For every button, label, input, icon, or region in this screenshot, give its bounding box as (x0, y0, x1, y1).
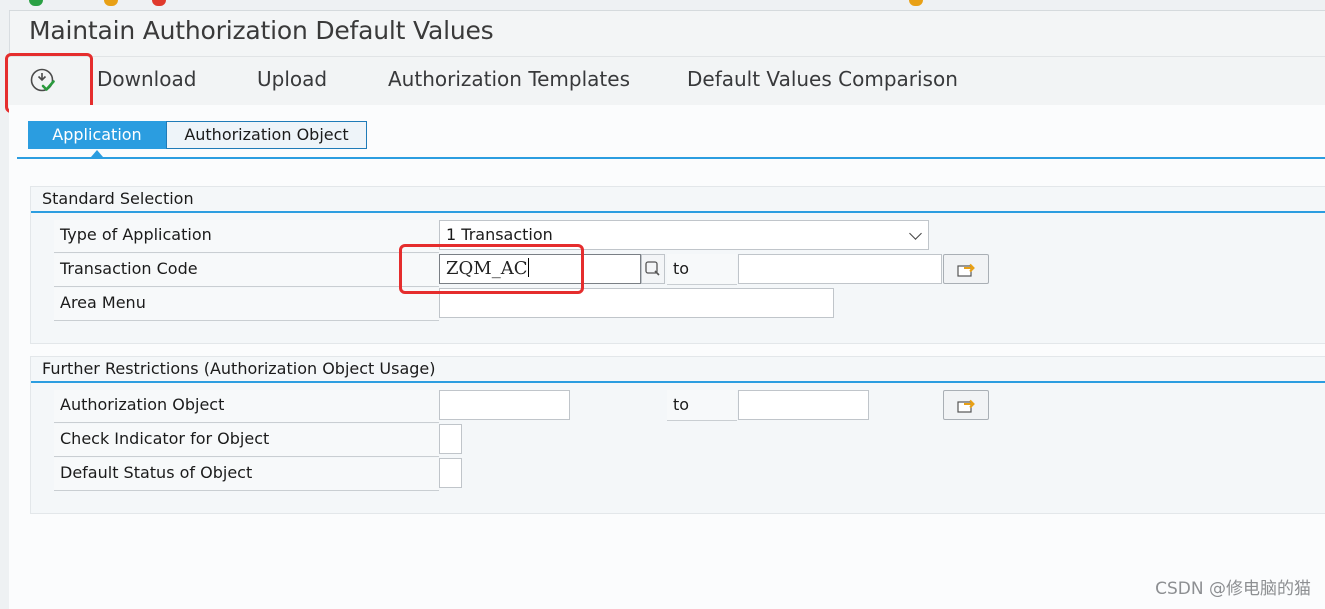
authorization-object-label: Authorization Object (54, 390, 439, 423)
standard-selection-group: Standard Selection Type of Application 1… (30, 186, 1325, 344)
further-restrictions-group: Further Restrictions (Authorization Obje… (30, 356, 1325, 514)
active-tab-indicator (91, 150, 103, 157)
value-help-button[interactable] (641, 254, 665, 284)
main-content: Application Authorization Object Standar… (9, 105, 1325, 609)
type-of-application-value: 1 Transaction (446, 225, 553, 244)
watermark: CSDN @修电脑的猫 (1155, 579, 1311, 599)
check-indicator-input[interactable] (439, 424, 462, 454)
highlight-box-execute (5, 53, 93, 113)
tab-application[interactable]: Application (28, 121, 166, 149)
tab-authorization-object[interactable]: Authorization Object (166, 121, 367, 149)
yellow-icon[interactable] (104, 0, 118, 6)
download-button[interactable]: Download (97, 67, 196, 91)
group-title: Standard Selection (42, 189, 194, 208)
default-values-comparison-button[interactable]: Default Values Comparison (687, 67, 958, 91)
to-label: to (667, 254, 737, 285)
group-title: Further Restrictions (Authorization Obje… (42, 359, 436, 378)
check-indicator-label: Check Indicator for Object (54, 424, 439, 457)
to-label: to (667, 390, 737, 421)
yellow-icon[interactable] (909, 0, 923, 6)
page-title: Maintain Authorization Default Values (29, 16, 494, 45)
authorization-object-input[interactable] (439, 390, 570, 420)
highlight-box-transaction-code (399, 244, 584, 294)
search-icon (645, 261, 660, 276)
default-status-label: Default Status of Object (54, 458, 439, 491)
multiple-selection-icon (957, 399, 975, 413)
application-toolbar: Download Upload Authorization Templates … (9, 56, 1325, 106)
transaction-code-label: Transaction Code (54, 254, 439, 287)
default-status-input[interactable] (439, 458, 462, 488)
authorization-templates-button[interactable]: Authorization Templates (388, 67, 630, 91)
multiple-selection-button[interactable] (943, 254, 989, 284)
group-divider (31, 211, 1325, 213)
type-of-application-label: Type of Application (54, 220, 439, 253)
authorization-object-to-input[interactable] (738, 390, 869, 420)
tab-underline (17, 157, 1325, 159)
group-divider (31, 381, 1325, 383)
upload-button[interactable]: Upload (257, 67, 327, 91)
transaction-code-to-input[interactable] (738, 254, 942, 284)
red-icon[interactable] (152, 0, 166, 6)
chevron-down-icon (909, 227, 922, 240)
green-icon[interactable] (29, 0, 43, 6)
area-menu-label: Area Menu (54, 288, 439, 321)
multiple-selection-button[interactable] (943, 390, 989, 420)
system-toolbar-edge (9, 0, 1325, 11)
multiple-selection-icon (957, 263, 975, 277)
